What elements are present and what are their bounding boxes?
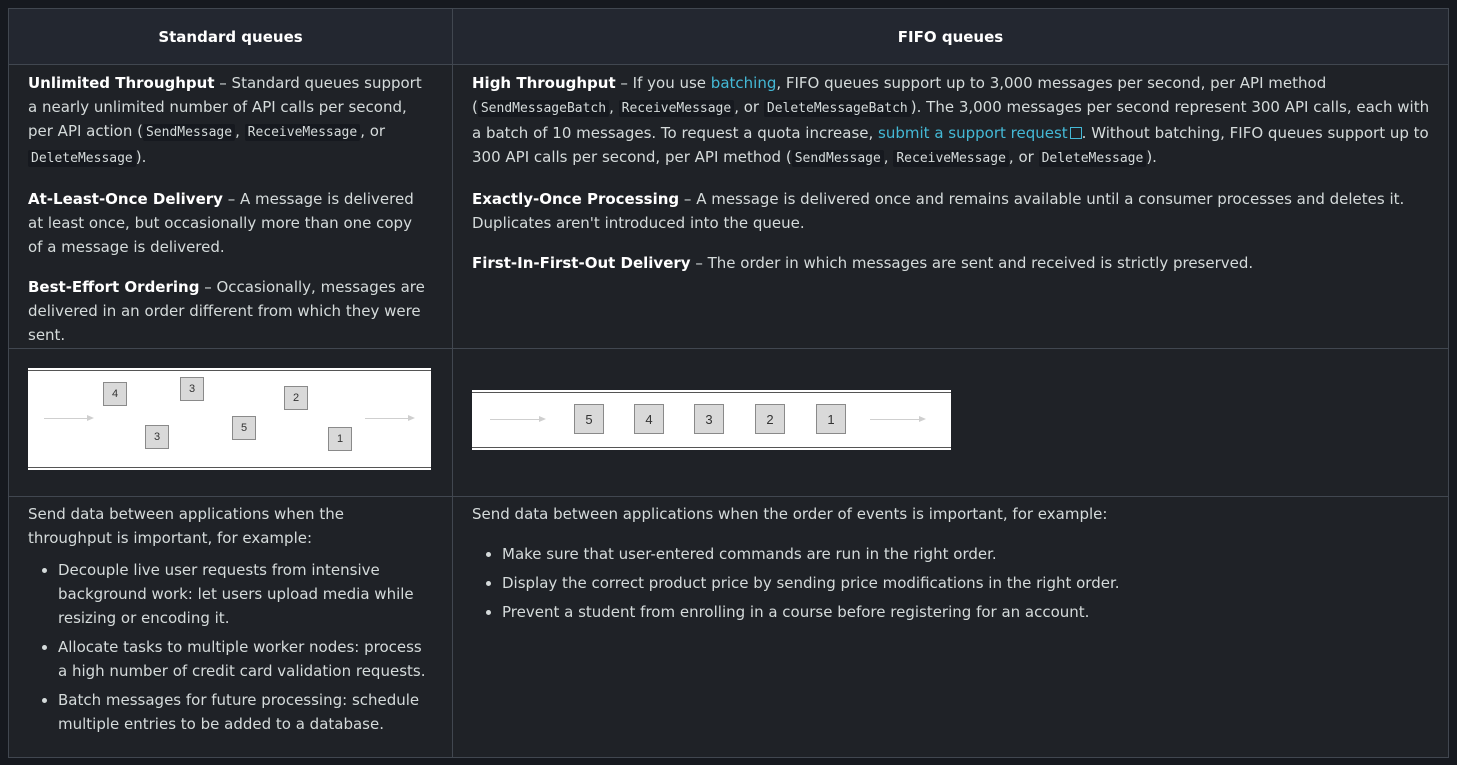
code-receivemessage: ReceiveMessage [893,150,1009,167]
arrow-in-icon [490,416,546,422]
standard-throughput-title: Unlimited Throughput [28,74,215,92]
list-item: Make sure that user-entered commands are… [502,542,1442,566]
message-box: 5 [232,416,256,440]
fifo-delivery-title: First-In-First-Out Delivery [472,254,691,272]
arrow-out-icon [365,415,415,421]
standard-use-cases-cell: Send data between applications when the … [28,502,428,741]
code-sendmessage: SendMessage [142,124,236,141]
list-item: Display the correct product price by sen… [502,571,1442,595]
list-item: Allocate tasks to multiple worker nodes:… [58,635,428,683]
message-box: 2 [284,386,308,410]
fifo-throughput-title: High Throughput [472,74,616,92]
standard-queue-diagram: 4 3 2 3 5 1 [28,368,431,470]
row-divider-2 [9,496,1448,497]
fifo-use-cases-cell: Send data between applications when the … [472,502,1442,629]
diagram-top-line [472,392,951,393]
fifo-delivery-paragraph: First-In-First-Out Delivery – The order … [472,254,1254,272]
header-standard-queues: Standard queues [9,9,452,65]
code-deletemessagebatch: DeleteMessageBatch [763,100,911,117]
diagram-top-line [28,370,431,371]
diagram-bottom-line [472,447,951,448]
header-fifo-queues: FIFO queues [453,9,1448,65]
code-sendmessagebatch: SendMessageBatch [477,100,610,117]
fifo-use-list: Make sure that user-entered commands are… [472,542,1442,624]
message-box: 3 [180,377,204,401]
standard-ordering-title: Best-Effort Ordering [28,278,200,296]
diagram-bottom-line [28,467,431,468]
code-receivemessage: ReceiveMessage [618,100,735,117]
message-box: 3 [694,404,724,434]
standard-use-intro: Send data between applications when the … [28,505,344,547]
column-divider [452,9,453,758]
standard-delivery-paragraph: At-Least-Once Delivery – A message is de… [28,190,414,256]
fifo-queue-diagram: 5 4 3 2 1 [472,390,951,450]
message-box: 3 [145,425,169,449]
message-box: 5 [574,404,604,434]
standard-features-cell: Unlimited Throughput – Standard queues s… [28,71,428,363]
standard-delivery-title: At-Least-Once Delivery [28,190,223,208]
arrow-out-icon [870,416,926,422]
list-item: Decouple live user requests from intensi… [58,558,428,630]
fifo-use-intro: Send data between applications when the … [472,505,1108,523]
code-deletemessage: DeleteMessage [28,150,136,167]
batching-link[interactable]: batching [711,74,777,92]
list-item: Prevent a student from enrolling in a co… [502,600,1442,624]
message-box: 1 [816,404,846,434]
fifo-throughput-paragraph: High Throughput – If you use batching, F… [472,74,1430,167]
standard-throughput-paragraph: Unlimited Throughput – Standard queues s… [28,74,422,167]
fifo-features-cell: High Throughput – If you use batching, F… [472,71,1442,291]
external-link-icon [1069,127,1082,139]
message-box: 2 [755,404,785,434]
standard-use-list: Decouple live user requests from intensi… [28,558,428,736]
message-box: 4 [634,404,664,434]
support-request-link[interactable]: submit a support request [878,124,1082,142]
code-sendmessage: SendMessage [791,150,884,167]
fifo-processing-paragraph: Exactly-Once Processing – A message is d… [472,190,1405,232]
list-item: Batch messages for future processing: sc… [58,688,428,736]
code-deletemessage: DeleteMessage [1038,150,1147,167]
comparison-table: Standard queues FIFO queues Unlimited Th… [8,8,1449,758]
message-box: 1 [328,427,352,451]
standard-ordering-paragraph: Best-Effort Ordering – Occasionally, mes… [28,278,425,344]
message-box: 4 [103,382,127,406]
code-receivemessage: ReceiveMessage [244,124,361,141]
arrow-in-icon [44,415,94,421]
fifo-processing-title: Exactly-Once Processing [472,190,680,208]
